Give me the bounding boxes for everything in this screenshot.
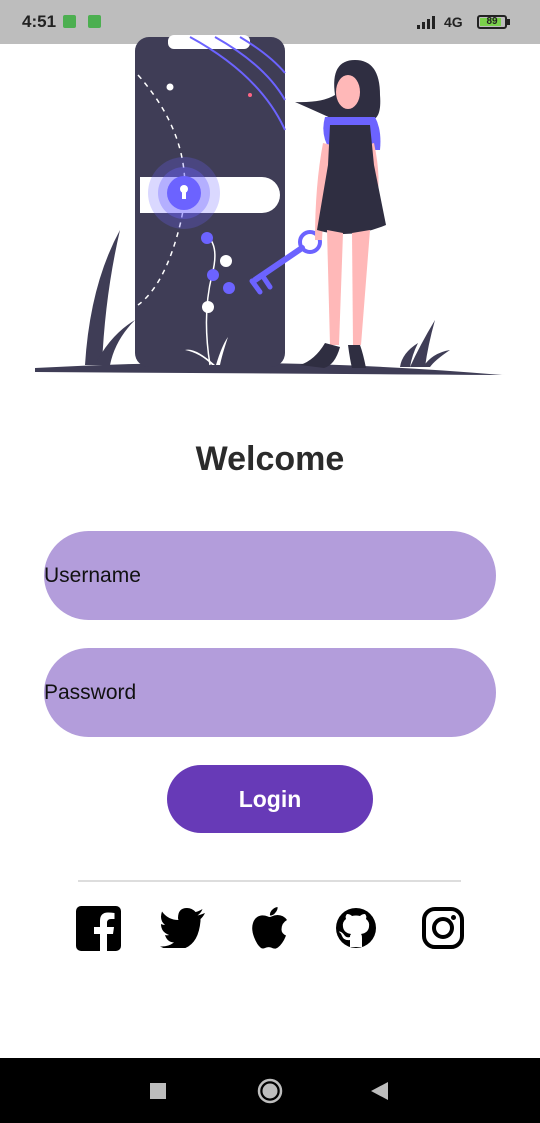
login-button[interactable]: Login — [167, 765, 373, 833]
divider — [78, 880, 461, 882]
instagram-icon[interactable] — [420, 905, 466, 951]
password-field[interactable] — [44, 648, 496, 737]
network-type: 4G — [444, 14, 463, 30]
recents-icon[interactable] — [140, 1058, 176, 1123]
username-field[interactable] — [44, 531, 496, 620]
home-icon[interactable] — [252, 1058, 288, 1123]
twitter-icon[interactable] — [160, 905, 206, 951]
navigation-bar — [0, 1058, 540, 1123]
notification-icon — [88, 15, 101, 28]
apple-icon[interactable] — [247, 905, 293, 951]
login-illustration — [35, 35, 505, 375]
facebook-icon[interactable] — [75, 905, 121, 951]
welcome-title: Welcome — [195, 440, 345, 478]
battery-icon: 89 — [477, 15, 507, 29]
back-icon[interactable] — [362, 1058, 398, 1123]
status-time: 4:51 — [22, 12, 57, 31]
battery-level: 89 — [486, 16, 498, 27]
battery-tip — [507, 19, 510, 25]
github-icon[interactable] — [333, 905, 379, 951]
notification-icon — [63, 15, 76, 28]
signal-icon — [417, 16, 435, 29]
